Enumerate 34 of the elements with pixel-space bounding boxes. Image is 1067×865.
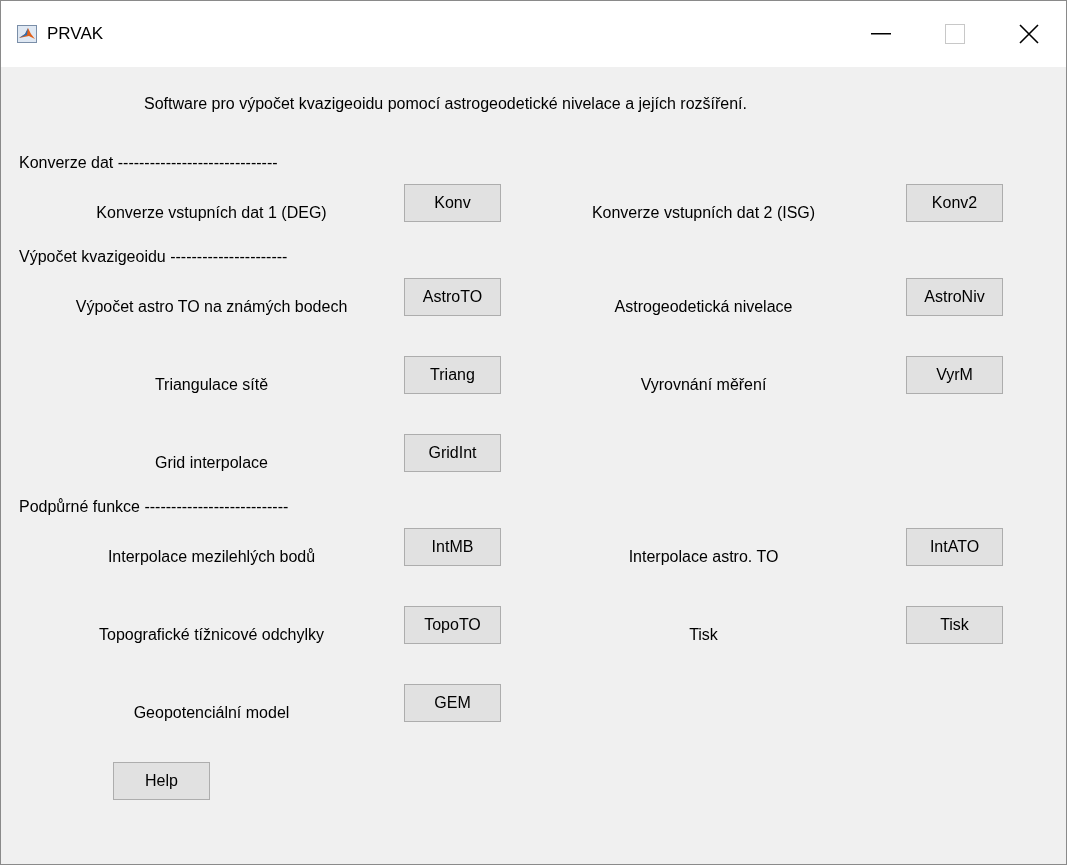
- function-button[interactable]: VyrM: [906, 356, 1003, 394]
- function-label: Konverze vstupních dat 2 (ISG): [591, 204, 816, 222]
- minimize-icon: [871, 33, 891, 35]
- window-title: PRVAK: [47, 24, 105, 44]
- function-button[interactable]: Triang: [404, 356, 501, 394]
- function-button[interactable]: Konv: [404, 184, 501, 222]
- function-label: Výpočet astro TO na známých bodech: [75, 298, 348, 316]
- function-button[interactable]: IntMB: [404, 528, 501, 566]
- function-label: Geopotenciální model: [133, 704, 290, 722]
- function-label: Interpolace astro. TO: [628, 548, 779, 566]
- section-heading: Podpůrné funkce ---------------------------: [19, 498, 289, 516]
- function-button[interactable]: Tisk: [906, 606, 1003, 644]
- function-label: Grid interpolace: [155, 454, 268, 472]
- function-label: Topografické tížnicové odchylky: [99, 626, 324, 644]
- function-button[interactable]: AstroNiv: [906, 278, 1003, 316]
- function-button[interactable]: TopoTO: [404, 606, 501, 644]
- function-label: Tisk: [689, 626, 718, 644]
- function-label: Konverze vstupních dat 1 (DEG): [96, 204, 327, 222]
- help-button[interactable]: Help: [113, 762, 210, 800]
- function-label: Triangulace sítě: [154, 376, 269, 394]
- function-button[interactable]: IntATO: [906, 528, 1003, 566]
- maximize-icon: [945, 24, 965, 44]
- function-button[interactable]: GEM: [404, 684, 501, 722]
- section-heading: Konverze dat ------------------------------: [19, 154, 278, 172]
- function-label: Astrogeodetická nivelace: [614, 298, 793, 316]
- function-button[interactable]: AstroTO: [404, 278, 501, 316]
- function-label: Interpolace mezilehlých bodů: [107, 548, 316, 566]
- function-label: Vyrovnání měření: [640, 376, 767, 394]
- function-button[interactable]: GridInt: [404, 434, 501, 472]
- description-text: Software pro výpočet kvazigeoidu pomocí astrogeodetické nivelace a jejích rozšíření.: [144, 95, 748, 113]
- function-button[interactable]: Konv2: [906, 184, 1003, 222]
- close-icon: [1019, 24, 1039, 44]
- app-logo-icon: [17, 25, 37, 43]
- section-heading: Výpočet kvazigeoidu ----------------------: [19, 248, 288, 266]
